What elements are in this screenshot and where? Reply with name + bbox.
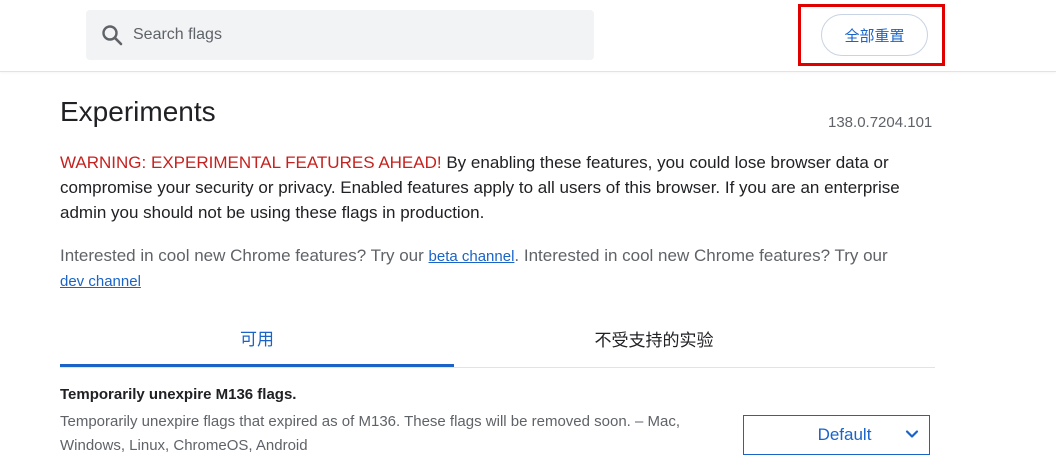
flag-title: Temporarily unexpire M136 flags. bbox=[60, 386, 297, 403]
flag-state-select[interactable]: Default bbox=[743, 415, 930, 455]
flag-select-value: Default bbox=[817, 425, 872, 444]
channel-text-1: Interested in cool new Chrome features? … bbox=[60, 246, 429, 265]
warning-message: WARNING: EXPERIMENTAL FEATURES AHEAD! By… bbox=[60, 150, 940, 225]
channel-text-2: . Interested in cool new Chrome features… bbox=[514, 246, 888, 265]
channel-promo: Interested in cool new Chrome features? … bbox=[60, 244, 940, 294]
chevron-down-icon bbox=[905, 426, 919, 440]
beta-channel-link[interactable]: beta channel bbox=[429, 248, 515, 265]
search-input[interactable] bbox=[133, 20, 563, 50]
warning-label: WARNING: EXPERIMENTAL FEATURES AHEAD! bbox=[60, 153, 442, 172]
reset-all-button[interactable]: 全部重置 bbox=[821, 14, 928, 56]
tab-available[interactable]: 可用 bbox=[60, 310, 454, 367]
flag-description: Temporarily unexpire flags that expired … bbox=[60, 413, 681, 454]
tab-unavailable[interactable]: 不受支持的实验 bbox=[454, 310, 854, 367]
search-box[interactable] bbox=[86, 10, 594, 60]
page-title: Experiments bbox=[60, 96, 216, 127]
header-bar: 全部重置 bbox=[0, 0, 1056, 72]
tab-bar: 可用 不受支持的实验 bbox=[60, 310, 935, 368]
version-number: 138.0.7204.101 bbox=[828, 114, 933, 131]
dev-channel-link[interactable]: dev channel bbox=[60, 273, 141, 290]
search-icon bbox=[99, 22, 125, 48]
